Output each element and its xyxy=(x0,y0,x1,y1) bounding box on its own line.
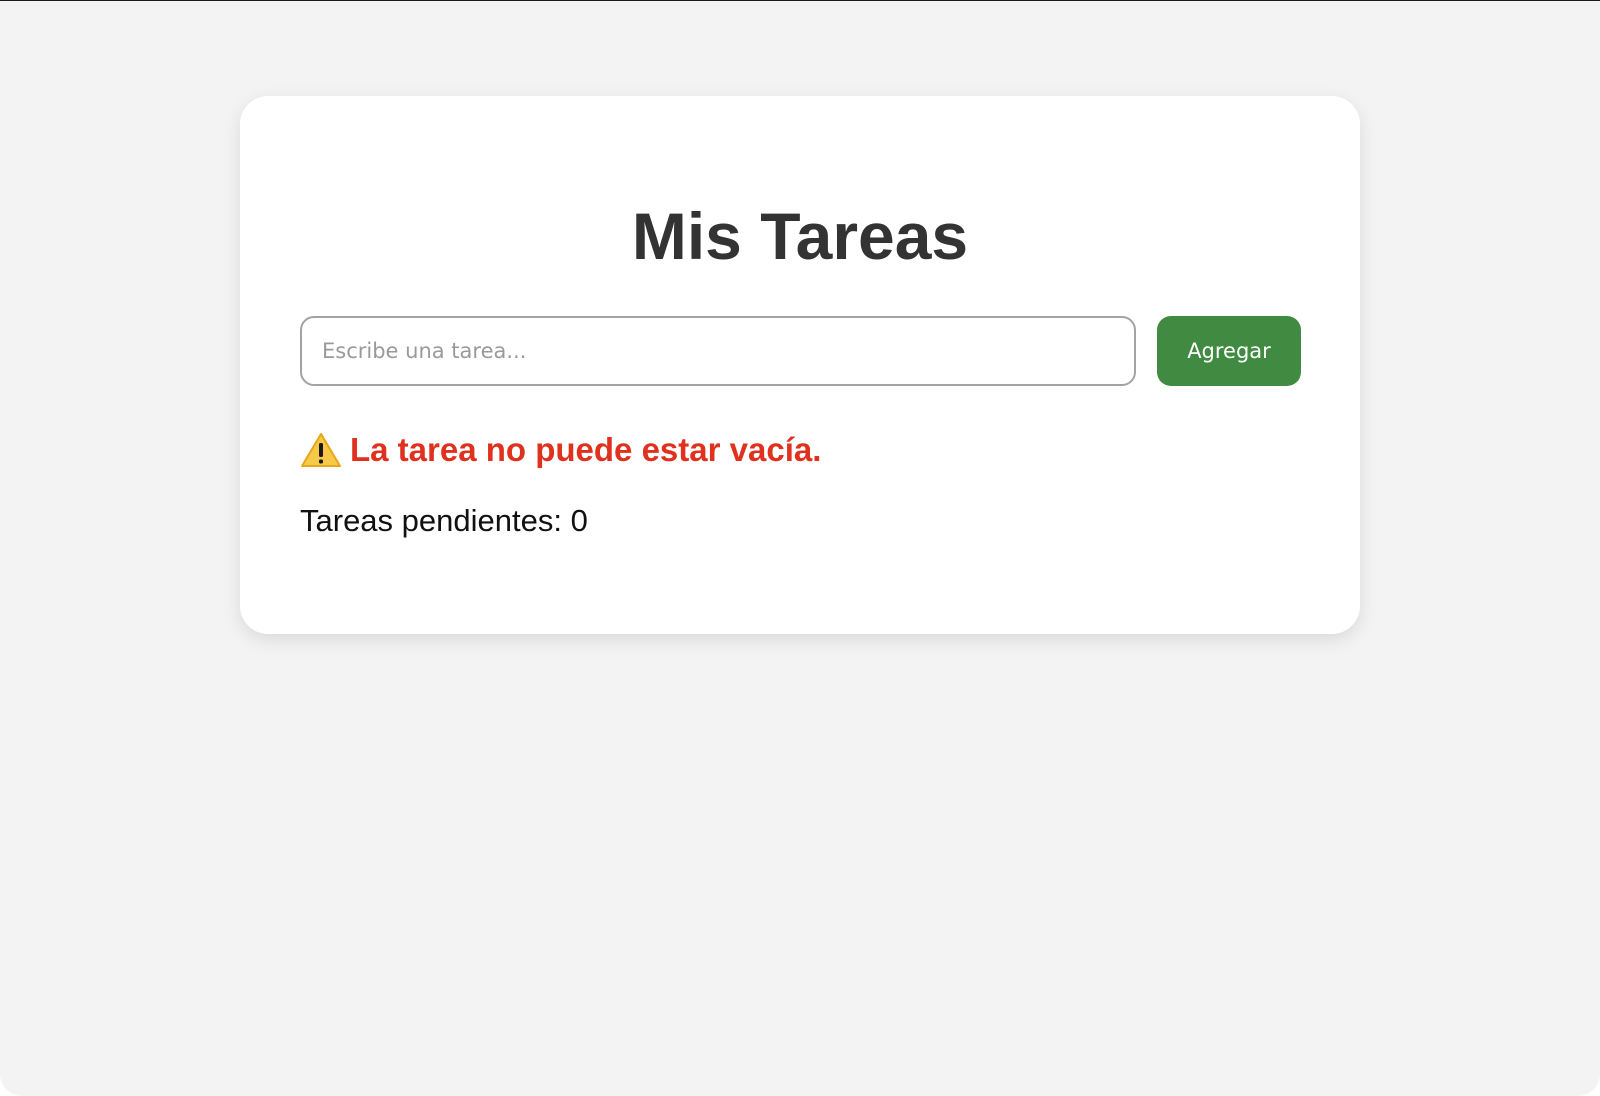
warning-icon xyxy=(300,432,342,468)
pending-tasks-label: Tareas pendientes: xyxy=(300,503,571,538)
task-input[interactable] xyxy=(300,316,1136,386)
pending-tasks-count: 0 xyxy=(570,503,588,538)
add-task-button[interactable]: Agregar xyxy=(1157,316,1301,386)
page-title: Mis Tareas xyxy=(631,199,969,273)
pending-tasks-counter: Tareas pendientes: 0 xyxy=(300,500,588,542)
error-text: La tarea no puede estar vacía. xyxy=(350,431,822,468)
error-message: La tarea no puede estar vacía. xyxy=(300,426,821,474)
tasks-card: Mis Tareas Agregar La tarea no puede est… xyxy=(240,96,1360,634)
